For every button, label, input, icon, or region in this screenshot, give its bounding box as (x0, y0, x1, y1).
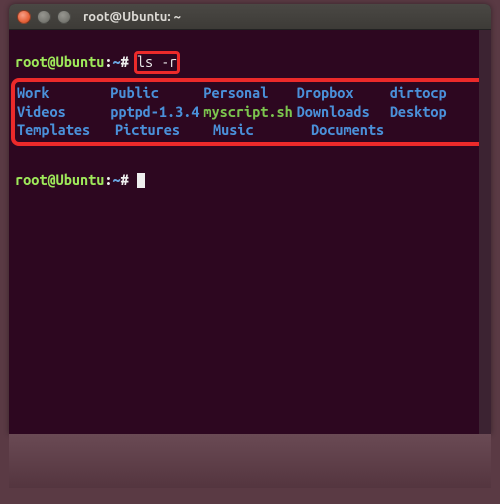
directory-entry: Documents (311, 121, 409, 140)
command-text: ls -r (137, 53, 178, 70)
directory-entry: Desktop (390, 103, 483, 122)
prompt-user: root@Ubuntu (15, 53, 104, 70)
terminal-body[interactable]: root@Ubuntu:~# ls -r WorkPublicPersonalD… (9, 30, 491, 434)
window-title: root@Ubuntu: ~ (83, 10, 181, 24)
command-highlight: ls -r (137, 53, 178, 72)
prompt-line-2: root@Ubuntu:~# (15, 171, 485, 190)
directory-entry: Personal (203, 84, 296, 103)
scrollbar[interactable] (479, 30, 491, 434)
close-icon[interactable] (17, 10, 31, 24)
prompt-path: ~ (112, 53, 120, 70)
directory-entry: Public (110, 84, 203, 103)
directory-entry: Downloads (297, 103, 390, 122)
minimize-icon[interactable] (37, 10, 51, 24)
prompt-symbol: # (121, 171, 129, 188)
ls-row: TemplatesPicturesMusicDocuments (17, 121, 483, 140)
titlebar[interactable]: root@Ubuntu: ~ (9, 4, 491, 30)
prompt-symbol: # (121, 53, 129, 70)
prompt-path: ~ (112, 171, 120, 188)
directory-entry: Dropbox (297, 84, 390, 103)
desktop-background (9, 434, 491, 488)
directory-entry: Pictures (115, 121, 213, 140)
maximize-icon[interactable] (57, 10, 71, 24)
directory-entry: Work (17, 84, 110, 103)
executable-entry: myscript.sh (203, 103, 296, 122)
ls-output-highlight: WorkPublicPersonalDropboxdirtocpVideospp… (15, 80, 485, 145)
directory-entry: dirtocp (390, 84, 483, 103)
ls-row: Videospptpd-1.3.4myscript.shDownloadsDes… (17, 103, 483, 122)
prompt-user: root@Ubuntu (15, 171, 104, 188)
ls-row: WorkPublicPersonalDropboxdirtocp (17, 84, 483, 103)
terminal-window: root@Ubuntu: ~ root@Ubuntu:~# ls -r Work… (9, 4, 491, 434)
directory-entry: Videos (17, 103, 110, 122)
directory-entry: Templates (17, 121, 115, 140)
directory-entry: Music (213, 121, 311, 140)
prompt-line-1: root@Ubuntu:~# ls -r (15, 53, 177, 70)
cursor (137, 173, 145, 188)
directory-entry: pptpd-1.3.4 (110, 103, 203, 122)
